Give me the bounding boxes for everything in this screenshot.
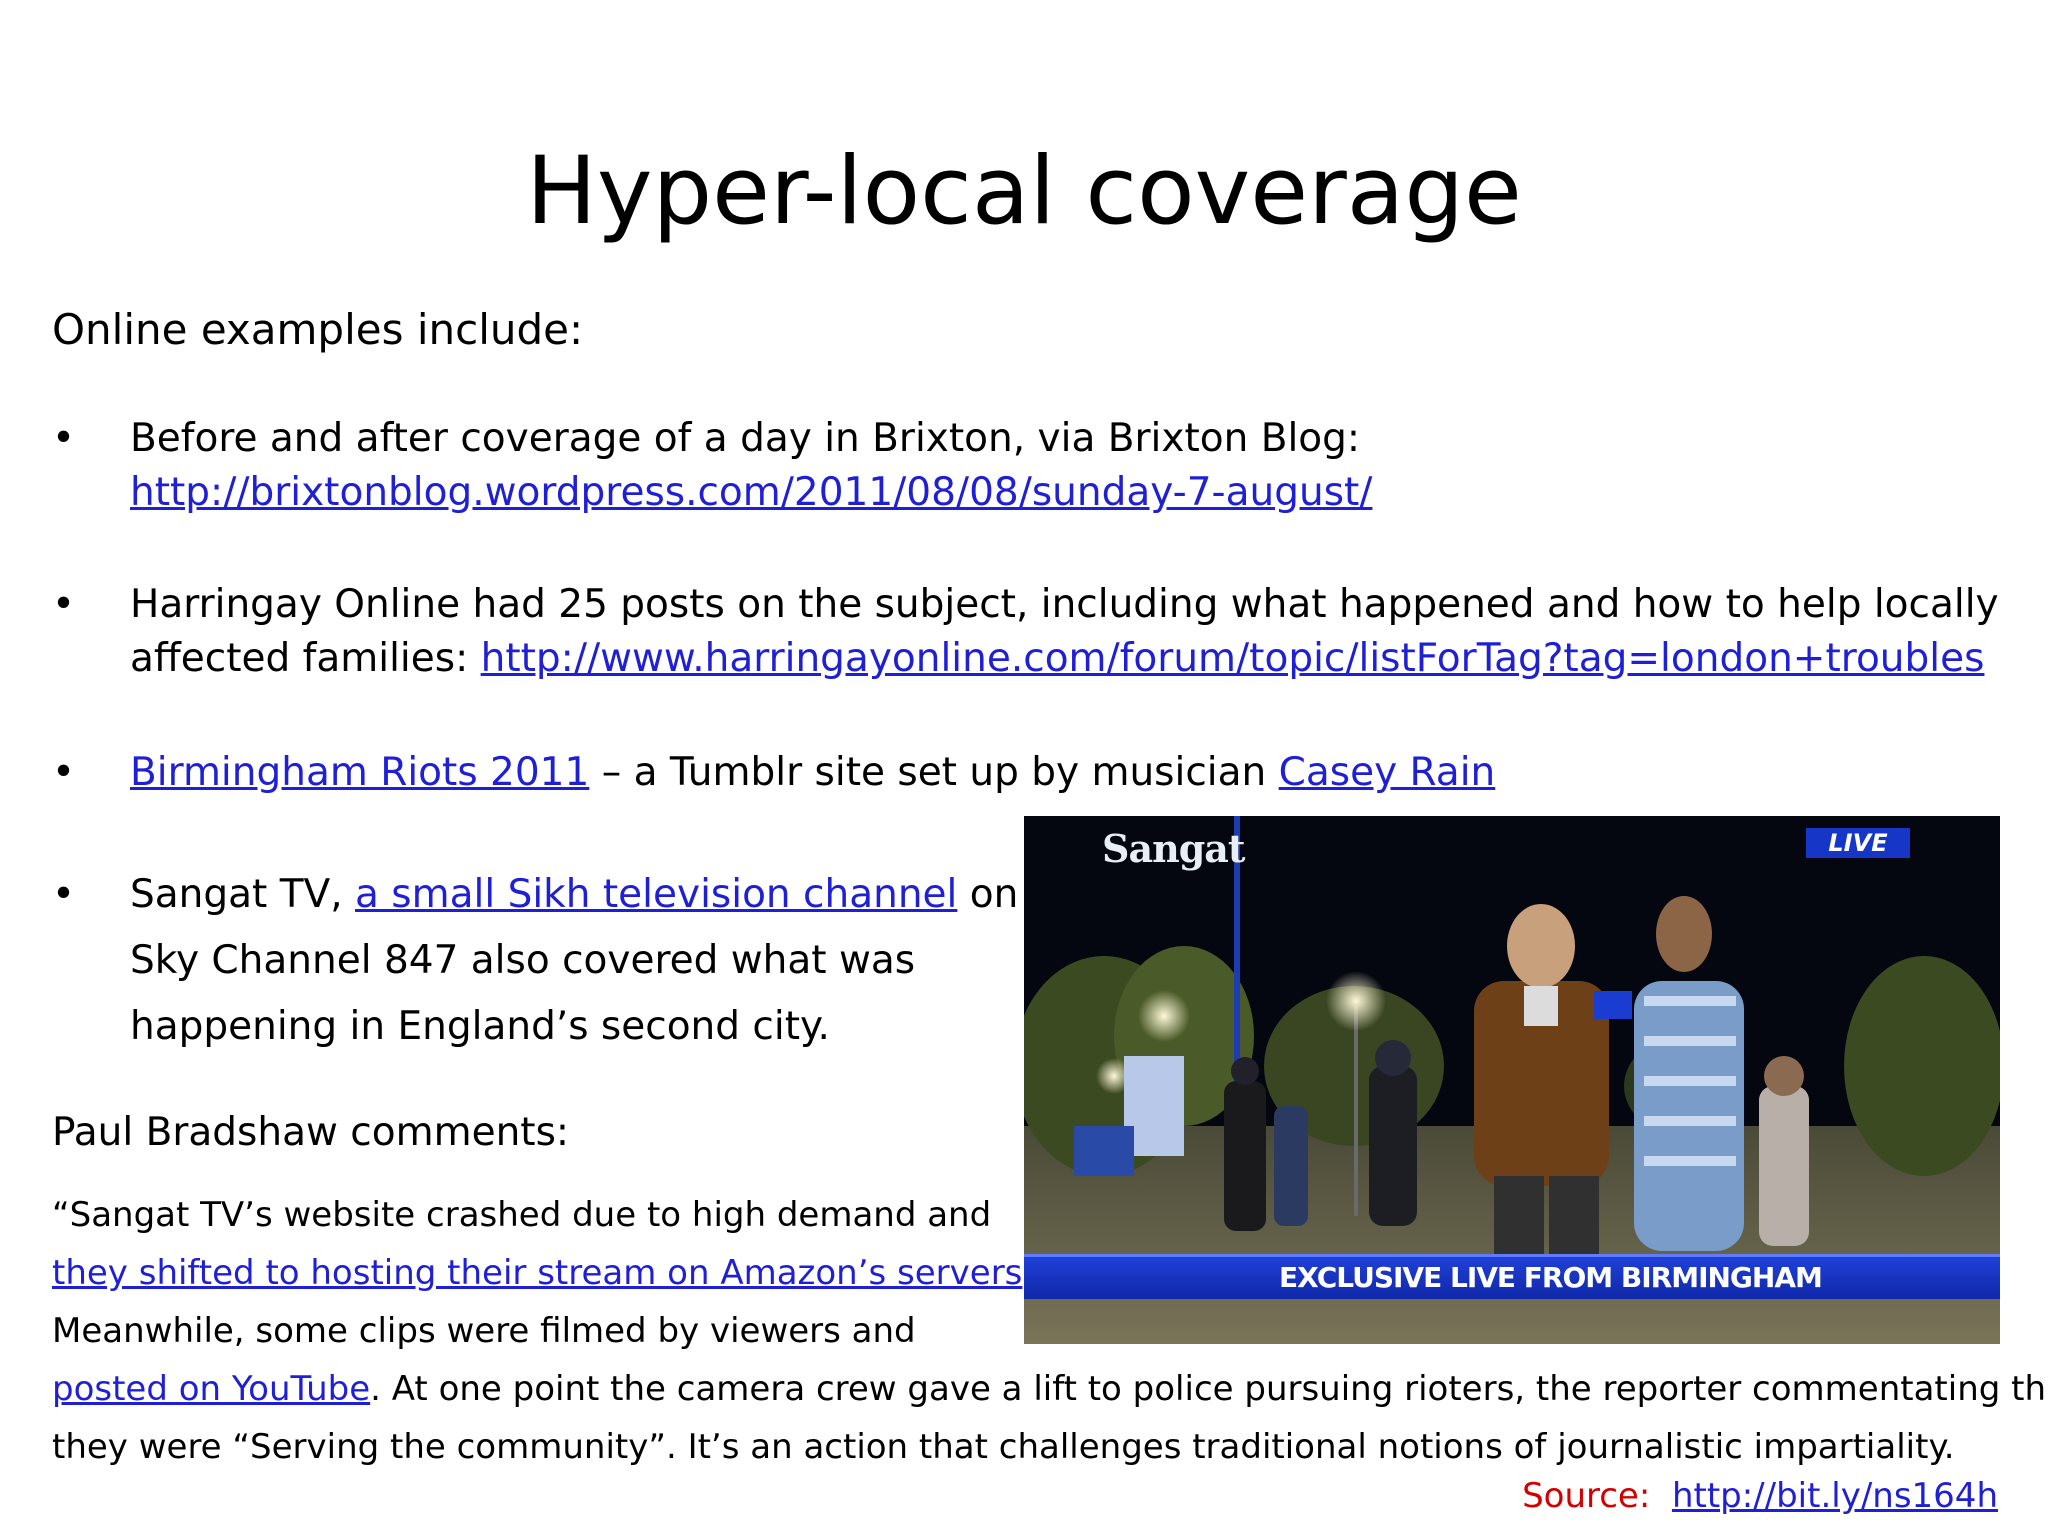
news-banner: EXCLUSIVE LIVE FROM BIRMINGHAM <box>1024 1254 2000 1299</box>
news-broadcast-photo: Sangat LIVE EXCLUSIVE LIVE FROM BIRMINGH… <box>1024 816 2000 1344</box>
quote-line: they were “Serving the community”. It’s … <box>52 1427 1955 1467</box>
bullet-text: Before and after coverage of a day in Br… <box>130 416 1361 461</box>
source-link[interactable]: http://bit.ly/ns164h <box>1672 1476 1998 1516</box>
harringay-online-link[interactable]: http://www.harringayonline.com/forum/top… <box>481 636 1985 681</box>
sikh-channel-link[interactable]: a small Sikh television channel <box>355 872 957 917</box>
bullet-text: on <box>957 872 1019 917</box>
slide-title: Hyper-local coverage <box>526 137 1522 246</box>
youtube-link[interactable]: posted on YouTube <box>52 1369 370 1409</box>
bullet-text: happening in England’s second city. <box>130 1004 830 1049</box>
sangat-logo: Sangat <box>1102 826 1245 871</box>
birmingham-riots-link[interactable]: Birmingham Riots 2011 <box>130 750 589 795</box>
amazon-servers-link[interactable]: they shifted to hosting their stream on … <box>52 1253 1022 1293</box>
bullet-text: Sangat TV, <box>130 872 356 917</box>
bullet-icon: • <box>52 582 76 627</box>
casey-rain-link[interactable]: Casey Rain <box>1279 750 1496 795</box>
intro-text: Online examples include: <box>52 305 584 354</box>
bullet-icon: • <box>52 872 76 917</box>
bullet-text: Sky Channel 847 also covered what was <box>130 938 916 983</box>
quote-text: . At one point the camera crew gave a li… <box>370 1369 2048 1409</box>
comments-heading: Paul Bradshaw comments: <box>52 1110 570 1155</box>
source-label: Source: <box>1522 1476 1651 1516</box>
bullet-text: Harringay Online had 25 posts on the sub… <box>130 582 1999 627</box>
bullet-icon: • <box>52 416 76 461</box>
bullet-text: affected families: <box>130 636 481 681</box>
bullet-icon: • <box>52 750 76 795</box>
live-badge: LIVE <box>1806 828 1910 858</box>
brixton-blog-link[interactable]: http://brixtonblog.wordpress.com/2011/08… <box>130 470 1372 515</box>
source-credit: Source: http://bit.ly/ns164h <box>1522 1476 1998 1516</box>
bullet-text: – a Tumblr site set up by musician <box>589 750 1279 795</box>
banner-text: EXCLUSIVE LIVE FROM BIRMINGHAM <box>1279 1261 1823 1294</box>
